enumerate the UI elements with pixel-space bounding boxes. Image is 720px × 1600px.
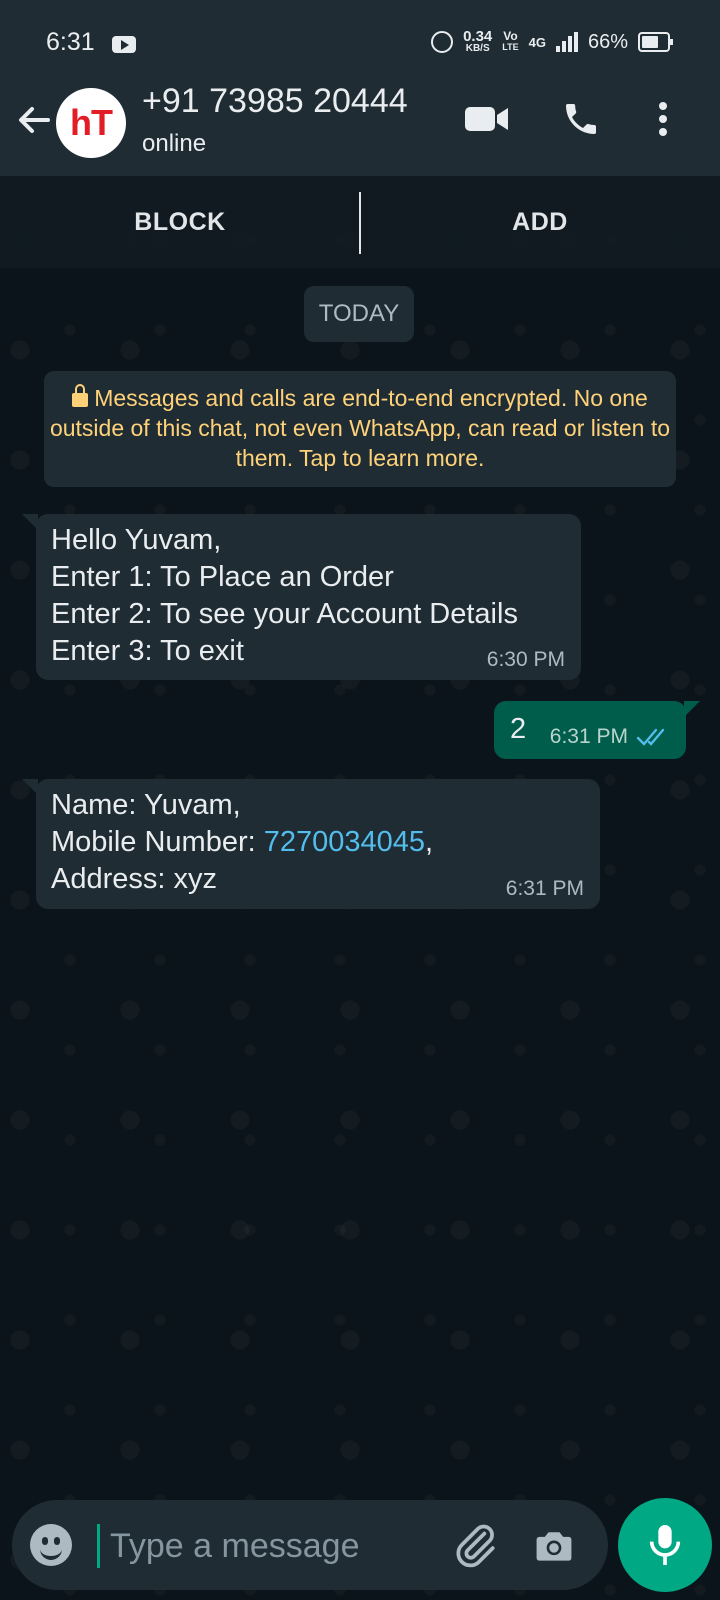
mobile-label: Mobile Number:: [51, 826, 264, 858]
battery-icon: [638, 32, 673, 52]
message-line: Enter 1: To Place an Order: [51, 561, 394, 593]
voice-record-button[interactable]: [618, 1498, 712, 1592]
status-time: 6:31: [46, 28, 95, 56]
net-speed: 0.34 KB/S: [463, 28, 493, 54]
double-check-read-icon: [636, 728, 665, 746]
microphone-icon: [649, 1525, 681, 1565]
bubble-tail: [684, 701, 700, 717]
battery-percent: 66%: [587, 30, 628, 53]
mobile-suffix: ,: [425, 826, 434, 858]
message-line: Name: Yuvam,: [51, 789, 241, 821]
message-meta: 6:31 PM: [550, 726, 670, 747]
avatar-text: hT: [70, 102, 113, 143]
lock-icon: [72, 384, 89, 407]
unknown-contact-actions: BLOCK ADD: [0, 176, 720, 268]
video-camera-icon: [465, 107, 508, 131]
contact-name[interactable]: +91 73985 20444: [142, 82, 408, 121]
status-bar: 6:31 0.34 KB/S Vo LTE 4G 66%: [0, 0, 720, 64]
encryption-notice[interactable]: Messages and calls are end-to-end encryp…: [44, 371, 676, 487]
incoming-message[interactable]: Hello Yuvam, Enter 1: To Place an Order …: [22, 514, 581, 680]
back-arrow-icon: [19, 107, 50, 133]
incoming-message[interactable]: Name: Yuvam, Mobile Number: 7270034045, …: [22, 779, 600, 909]
signal-icon: [555, 32, 578, 52]
video-call-button[interactable]: [462, 94, 512, 144]
kebab-menu-icon: [659, 102, 667, 136]
message-time: 6:30 PM: [486, 648, 565, 671]
encryption-notice-text: Messages and calls are end-to-end encryp…: [49, 385, 671, 471]
back-button[interactable]: [14, 100, 54, 140]
volte-bottom: LTE: [502, 42, 519, 52]
add-contact-button[interactable]: ADD: [360, 176, 720, 268]
alarm-icon: [431, 31, 454, 53]
message-time: 6:31 PM: [505, 877, 584, 900]
block-button[interactable]: BLOCK: [0, 176, 360, 268]
more-options-button[interactable]: [638, 94, 688, 144]
contact-status: online: [142, 130, 207, 157]
text-caret: [97, 1524, 100, 1568]
smiley-icon: [40, 1546, 62, 1560]
volte-top: Vo: [503, 29, 518, 43]
camera-button[interactable]: [532, 1524, 576, 1568]
net-speed-unit: KB/S: [465, 43, 490, 54]
message-line: Hello Yuvam,: [51, 524, 222, 556]
bubble-tail: [22, 779, 38, 795]
status-icons: 0.34 KB/S Vo LTE 4G 66%: [431, 28, 673, 54]
message-meta: 6:30 PM: [487, 649, 565, 670]
message-line: Enter 3: To exit: [51, 635, 244, 667]
date-separator: TODAY: [304, 286, 414, 342]
message-text: 2: [510, 713, 527, 745]
contact-avatar[interactable]: hT: [56, 88, 126, 158]
phone-number-link[interactable]: 7270034045: [264, 826, 425, 858]
chat-header: hT +91 73985 20444 online: [0, 64, 720, 176]
message-composer: [12, 1500, 608, 1590]
volte-indicator: Vo LTE: [502, 29, 519, 53]
message-line: Mobile Number: 7270034045,: [51, 824, 433, 861]
bubble-tail: [22, 514, 38, 530]
net-speed-value: 0.34: [463, 28, 493, 45]
paperclip-icon: [456, 1524, 495, 1568]
camera-icon: [536, 1532, 572, 1561]
voice-call-button[interactable]: [556, 94, 606, 144]
message-line: Address: xyz: [51, 863, 217, 895]
message-meta: 6:31 PM: [506, 878, 584, 899]
message-line: Enter 2: To see your Account Details: [51, 598, 518, 630]
phone-icon: [566, 104, 596, 134]
message-time: 6:31 PM: [549, 725, 628, 748]
outgoing-message[interactable]: 2 6:31 PM: [494, 701, 700, 759]
emoji-button[interactable]: [30, 1524, 72, 1566]
network-type: 4G: [528, 34, 546, 50]
message-input[interactable]: [108, 1520, 452, 1572]
attach-button[interactable]: [450, 1520, 500, 1570]
youtube-notification-icon: [112, 36, 136, 53]
message-list[interactable]: TODAY Messages and calls are end-to-end …: [0, 268, 720, 1488]
